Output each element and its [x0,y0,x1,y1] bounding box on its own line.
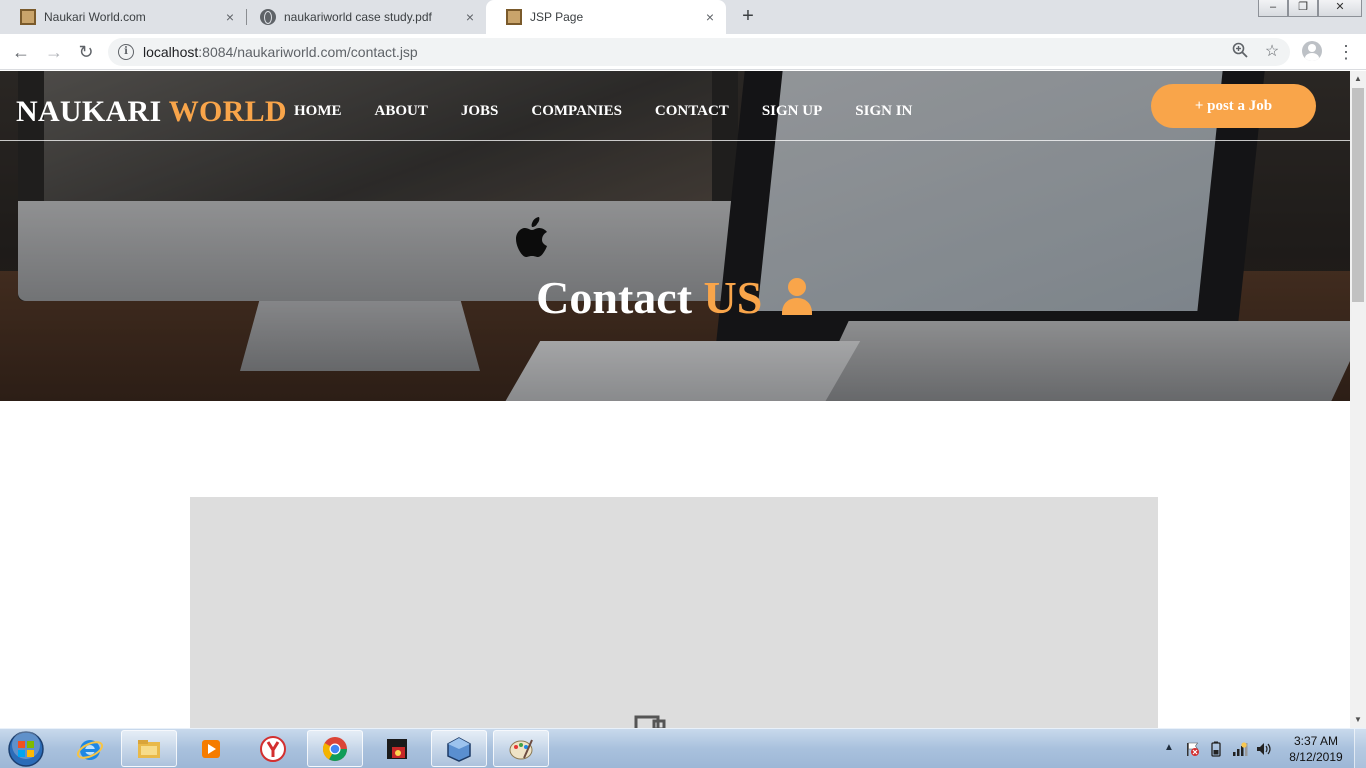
menu-dots-icon[interactable]: ⋮ [1336,40,1356,64]
tab-title: naukariworld case study.pdf [284,10,432,24]
scroll-up-arrow-icon[interactable]: ▲ [1350,71,1366,87]
action-center-flag-icon[interactable] [1184,741,1200,757]
windows-taskbar: ▲ 3:37 AM 8/12/2019 [0,728,1366,768]
new-tab-button[interactable]: + [738,6,758,26]
hero-banner: NAUKARI WORLD HOME ABOUT JOBS COMPANIES … [0,71,1350,401]
taskbar-yandex-browser[interactable] [245,730,301,767]
close-window-button[interactable]: ✕ [1318,0,1362,17]
nav-link-companies[interactable]: COMPANIES [531,103,622,120]
battery-icon[interactable] [1208,741,1224,757]
volume-icon[interactable] [1256,741,1272,757]
taskbar-virtualbox[interactable] [431,730,487,767]
site-logo[interactable]: NAUKARI WORLD [16,95,287,129]
clock-date: 8/12/2019 [1289,750,1343,764]
start-button[interactable] [6,731,46,767]
browser-toolbar: ← → ↻ i localhost:8084/naukariworld.com/… [0,34,1366,70]
post-job-button[interactable]: + post a Job [1151,84,1316,128]
reload-icon[interactable]: ↻ [74,40,98,64]
system-tray: ▲ 3:37 AM 8/12/2019 [1158,729,1366,768]
page-viewport: NAUKARI WORLD HOME ABOUT JOBS COMPANIES … [0,71,1350,728]
ms-access-icon [387,738,407,759]
tab-jsp-page[interactable]: JSP Page × [486,0,726,34]
folder-icon [138,739,160,758]
tab-naukari-world[interactable]: Naukari World.com × [0,0,246,34]
image-favicon-icon [20,9,36,25]
globe-icon [260,9,276,25]
nav-link-jobs[interactable]: JOBS [461,103,499,120]
paint-palette-icon [509,739,533,759]
yandex-browser-icon [260,735,286,762]
profile-avatar[interactable] [1302,41,1322,61]
vertical-scrollbar[interactable]: ▲ ▼ [1350,71,1366,728]
taskbar-internet-explorer[interactable] [62,730,118,767]
nav-link-sign-up[interactable]: SIGN UP [762,103,822,120]
nav-link-sign-in[interactable]: SIGN IN [855,103,912,120]
broken-map-icon [634,715,666,728]
nav-link-contact[interactable]: CONTACT [655,103,729,120]
chrome-icon [322,736,347,761]
close-tab-icon[interactable]: × [702,9,718,25]
media-player-icon [202,739,220,758]
scrollbar-thumb[interactable] [1352,88,1364,302]
network-signal-icon[interactable] [1232,741,1248,757]
show-hidden-icons-icon[interactable]: ▲ [1164,742,1174,753]
tab-strip: Naukari World.com × naukariworld case st… [0,0,1366,34]
tab-title: JSP Page [530,10,584,24]
virtualbox-icon [447,736,471,762]
close-tab-icon[interactable]: × [462,9,478,25]
nav-links: HOME ABOUT JOBS COMPANIES CONTACT SIGN U… [294,103,945,120]
info-icon[interactable]: i [118,44,134,60]
tab-title: Naukari World.com [44,10,146,24]
maximize-button[interactable]: ❐ [1288,0,1318,17]
forward-arrow-icon[interactable]: → [42,40,66,64]
minimize-button[interactable]: – [1258,0,1288,17]
zoom-icon[interactable] [1230,42,1250,62]
url-text[interactable]: localhost:8084/naukariworld.com/contact.… [143,44,418,60]
nav-link-home[interactable]: HOME [294,103,342,120]
taskbar-chrome[interactable] [307,730,363,767]
scroll-down-arrow-icon[interactable]: ▼ [1350,712,1366,728]
nav-link-about[interactable]: ABOUT [375,103,428,120]
taskbar-media-player[interactable] [183,730,239,767]
back-arrow-icon[interactable]: ← [9,40,33,64]
taskbar-ms-access[interactable] [369,730,425,767]
map-embed[interactable] [190,497,1158,728]
close-tab-icon[interactable]: × [222,9,238,25]
bookmark-star-icon[interactable]: ☆ [1262,42,1282,62]
clock-time: 3:37 AM [1293,734,1339,748]
user-icon [781,278,812,315]
image-favicon-icon [506,9,522,25]
page-title: Contact US [0,271,1350,324]
system-clock[interactable]: 3:37 AM 8/12/2019 [1286,733,1346,765]
taskbar-windows-explorer[interactable] [121,730,177,767]
taskbar-paint[interactable] [493,730,549,767]
internet-explorer-icon [76,739,104,760]
tab-case-study-pdf[interactable]: naukariworld case study.pdf × [240,0,486,34]
address-bar[interactable]: i localhost:8084/naukariworld.com/contac… [108,38,1290,66]
site-navbar: NAUKARI WORLD HOME ABOUT JOBS COMPANIES … [0,71,1350,141]
show-desktop-button[interactable] [1354,729,1366,768]
window-controls: – ❐ ✕ [1258,0,1362,17]
